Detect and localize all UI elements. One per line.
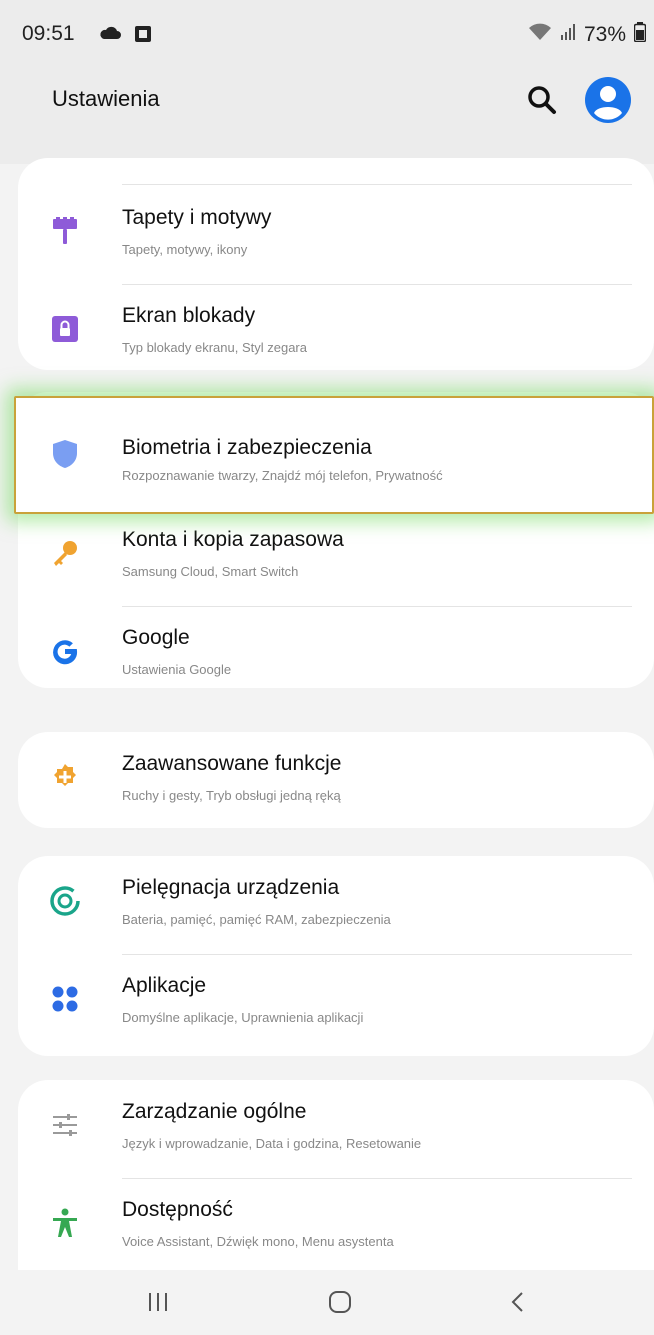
apps-icon (48, 982, 82, 1016)
sliders-icon (48, 1108, 82, 1142)
settings-header: Ustawienia (0, 64, 654, 164)
settings-card-general: Zarządzanie ogólne Język i wprowadzanie,… (18, 1080, 654, 1270)
settings-item-apps[interactable]: Aplikacje Domyślne aplikacje, Uprawnieni… (18, 954, 654, 1054)
item-subtitle: Bateria, pamięć, pamięć RAM, zabezpiecze… (122, 912, 391, 927)
settings-item-lock-screen[interactable]: Ekran blokady Typ blokady ekranu, Styl z… (18, 284, 654, 384)
settings-item-advanced-features[interactable]: Zaawansowane funkcje Ruchy i gesty, Tryb… (18, 732, 654, 832)
device-care-icon (48, 884, 82, 918)
item-subtitle: Tapety, motywy, ikony (122, 242, 248, 257)
item-subtitle: Język i wprowadzanie, Data i godzina, Re… (122, 1136, 422, 1151)
status-bar: 09:51 73% (0, 0, 654, 64)
item-title: Zaawansowane funkcje (122, 752, 342, 775)
battery-icon (633, 22, 647, 48)
recent-apps-icon (149, 1293, 167, 1311)
paint-roller-icon (48, 214, 82, 248)
key-icon (48, 536, 82, 570)
item-subtitle: Typ blokady ekranu, Styl zegara (122, 340, 307, 355)
settings-card-display: Tapety i motywy Tapety, motywy, ikony Ek… (18, 158, 654, 370)
search-icon (528, 86, 556, 114)
wifi-icon (528, 23, 552, 47)
back-button[interactable] (498, 1286, 538, 1318)
settings-item-google[interactable]: Google Ustawienia Google (18, 606, 654, 706)
shield-icon (50, 438, 80, 475)
cloud-icon (98, 25, 122, 48)
settings-screen: 09:51 73% Ustawienia Tapety i motywy Tap… (0, 0, 654, 1335)
item-title: Dostępność (122, 1198, 233, 1221)
settings-item-wallpapers[interactable]: Tapety i motywy Tapety, motywy, ikony (18, 186, 654, 286)
settings-item-device-care[interactable]: Pielęgnacja urządzenia Bateria, pamięć, … (18, 856, 654, 956)
item-subtitle: Samsung Cloud, Smart Switch (122, 564, 299, 579)
item-subtitle: Domyślne aplikacje, Uprawnienia aplikacj… (122, 1010, 364, 1025)
settings-card-device: Pielęgnacja urządzenia Bateria, pamięć, … (18, 856, 654, 1056)
item-title: Zarządzanie ogólne (122, 1100, 307, 1123)
account-icon (585, 77, 631, 123)
item-title: Konta i kopia zapasowa (122, 528, 344, 551)
item-subtitle: Ustawienia Google (122, 662, 232, 677)
settings-card-advanced: Zaawansowane funkcje Ruchy i gesty, Tryb… (18, 732, 654, 828)
notification-app-icon (134, 25, 152, 48)
item-subtitle: Rozpoznawanie twarzy, Znajdź mój telefon… (122, 468, 443, 483)
lock-icon (48, 312, 82, 346)
recent-apps-button[interactable] (138, 1286, 178, 1318)
settings-item-accessibility[interactable]: Dostępność Voice Assistant, Dźwięk mono,… (18, 1178, 654, 1278)
google-icon (48, 634, 82, 668)
settings-item-accounts[interactable]: Konta i kopia zapasowa Samsung Cloud, Sm… (18, 508, 654, 608)
search-button[interactable] (524, 82, 560, 118)
home-icon (329, 1291, 351, 1313)
accessibility-icon (48, 1206, 82, 1240)
item-subtitle: Voice Assistant, Dźwięk mono, Menu asyst… (122, 1234, 394, 1249)
status-time: 09:51 (22, 22, 75, 45)
signal-icon (560, 23, 576, 47)
home-button[interactable] (320, 1286, 360, 1318)
battery-level: 73% (583, 23, 626, 46)
item-title: Ekran blokady (122, 304, 256, 327)
back-icon (511, 1292, 523, 1312)
settings-item-biometrics-security[interactable]: Biometria i zabezpieczenia Rozpoznawanie… (14, 396, 654, 514)
navigation-bar (0, 1270, 654, 1335)
account-button[interactable] (584, 76, 632, 124)
gear-plus-icon (48, 760, 82, 794)
item-title: Google (122, 626, 190, 649)
page-title: Ustawienia (52, 86, 160, 111)
item-title: Tapety i motywy (122, 206, 272, 229)
item-title: Aplikacje (122, 974, 207, 997)
settings-item-general-management[interactable]: Zarządzanie ogólne Język i wprowadzanie,… (18, 1080, 654, 1180)
item-title: Biometria i zabezpieczenia (122, 436, 372, 459)
item-subtitle: Ruchy i gesty, Tryb obsługi jedną ręką (122, 788, 341, 803)
item-title: Pielęgnacja urządzenia (122, 876, 340, 899)
